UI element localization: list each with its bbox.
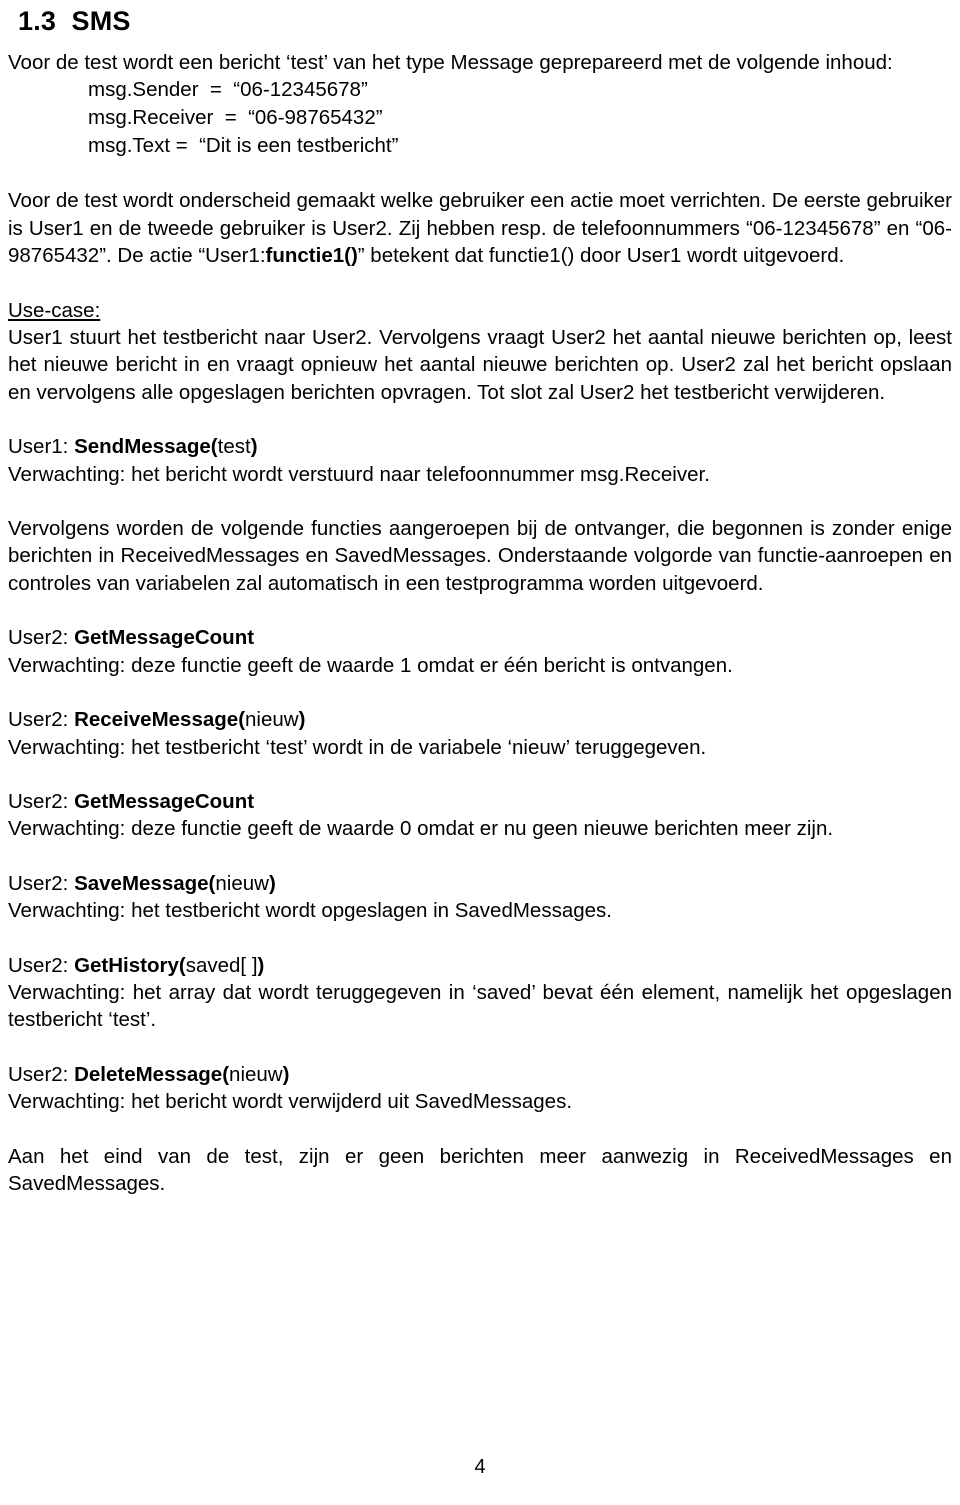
step-argument: test xyxy=(217,435,251,459)
message-field-receiver: msg.Receiver = “06-98765432” xyxy=(88,106,383,130)
step-actor: User2: xyxy=(8,953,75,977)
step-function: SendMessage( xyxy=(74,435,218,459)
page-content: 1.3 SMS Voor de test wordt een bericht ‘… xyxy=(8,0,952,1197)
step-expectation: Verwachting: deze functie geeft de waard… xyxy=(8,817,834,841)
closing-paragraph: Aan het eind van de test, zijn er geen b… xyxy=(8,1144,952,1195)
step-call-line: User2: GetHistory(saved[ ]) xyxy=(8,952,952,979)
step-actor: User2: xyxy=(8,871,75,895)
step-actor: User2: xyxy=(8,626,75,650)
step-expectation: Verwachting: het testbericht wordt opges… xyxy=(8,899,612,923)
usecase-paragraph: User1 stuurt het testbericht naar User2.… xyxy=(8,326,952,404)
users-paragraph-function-name: functie1() xyxy=(265,244,358,268)
page-number: 4 xyxy=(474,1456,486,1478)
step-argument: nieuw xyxy=(229,1062,283,1086)
users-paragraph: Voor de test wordt onderscheid gemaakt w… xyxy=(8,187,952,269)
step-function: GetMessageCount xyxy=(74,789,255,813)
step-function: ReceiveMessage( xyxy=(74,708,246,732)
step-argument: nieuw xyxy=(215,871,269,895)
step-expectation: Verwachting: het testbericht ‘test’ word… xyxy=(8,735,707,759)
intro-paragraph: Voor de test wordt een bericht ‘test’ va… xyxy=(8,51,893,74)
step-call-line: User1: SendMessage(test) xyxy=(8,433,952,460)
step-function: SaveMessage( xyxy=(74,871,216,895)
step-expectation: Verwachting: het bericht wordt verstuurd… xyxy=(8,462,710,486)
message-field-sender: msg.Sender = “06-12345678” xyxy=(88,78,368,102)
step-function: GetMessageCount xyxy=(74,626,255,650)
step-call-line: User2: ReceiveMessage(nieuw) xyxy=(8,706,952,733)
step-function: DeleteMessage( xyxy=(74,1062,230,1086)
step-argument: nieuw xyxy=(245,708,299,732)
step-close-paren: ) xyxy=(268,871,276,895)
step-actor: User2: xyxy=(8,708,75,732)
message-field-text: msg.Text = “Dit is een testbericht” xyxy=(88,134,399,158)
step-expectation: Verwachting: het bericht wordt verwijder… xyxy=(8,1090,573,1114)
step-argument: saved[ ] xyxy=(185,953,258,977)
usecase-label: Use-case: xyxy=(8,298,101,322)
step-actor: User1: xyxy=(8,435,75,459)
step-actor: User2: xyxy=(8,789,75,813)
step-call-line: User2: DeleteMessage(nieuw) xyxy=(8,1061,952,1088)
message-fields-block: msg.Sender = “06-12345678” msg.Receiver … xyxy=(88,76,952,160)
step-close-paren: ) xyxy=(282,1062,290,1086)
step-actor: User2: xyxy=(8,1062,75,1086)
step-call-line: User2: GetMessageCount xyxy=(8,788,952,815)
automation-paragraph: Vervolgens worden de volgende functies a… xyxy=(8,517,952,595)
step-function: GetHistory( xyxy=(74,953,186,977)
step-call-line: User2: GetMessageCount xyxy=(8,624,952,651)
step-expectation: Verwachting: deze functie geeft de waard… xyxy=(8,653,733,677)
usecase-label-row: Use-case: xyxy=(8,297,952,324)
step-expectation: Verwachting: het array dat wordt terugge… xyxy=(8,980,952,1032)
step-close-paren: ) xyxy=(257,953,265,977)
page-title: 1.3 SMS xyxy=(18,6,131,36)
document-page: 1.3 SMS Voor de test wordt een bericht ‘… xyxy=(0,0,960,1505)
users-paragraph-part2: ” betekent dat functie1() door User1 wor… xyxy=(357,244,845,268)
step-close-paren: ) xyxy=(250,435,258,459)
step-call-line: User2: SaveMessage(nieuw) xyxy=(8,870,952,897)
step-close-paren: ) xyxy=(298,708,306,732)
